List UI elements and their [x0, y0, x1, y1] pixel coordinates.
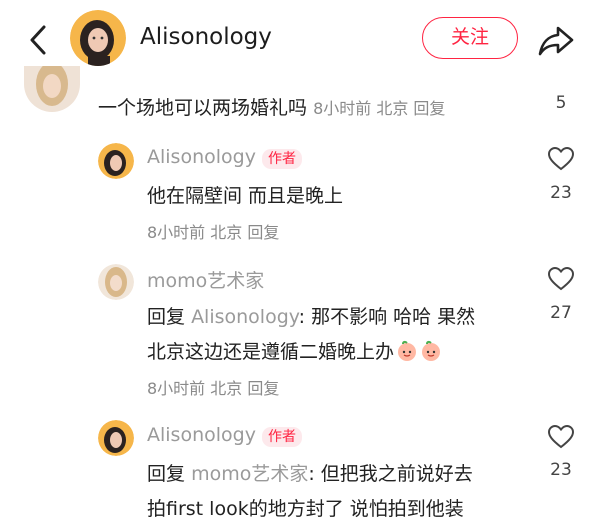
- reply-prefix: 回复: [147, 463, 186, 485]
- comment-text-line-1: 回复 momo艺术家: 但把我之前说好去: [147, 459, 473, 486]
- commenter-name[interactable]: Alisonology 作者: [147, 424, 302, 447]
- like-count: 23: [550, 183, 572, 203]
- share-icon[interactable]: [536, 20, 576, 60]
- author-badge: 作者: [262, 427, 302, 447]
- author-avatar[interactable]: [70, 10, 126, 66]
- comment-text: 一个场地可以两场婚礼吗: [98, 97, 308, 119]
- reply-prefix: 回复: [147, 306, 186, 328]
- comment-text: : 那不影响 哈哈 果然: [298, 306, 476, 328]
- reply-target[interactable]: momo艺术家: [191, 463, 308, 485]
- comment-meta[interactable]: 8小时前 北京 回复: [147, 375, 279, 399]
- username[interactable]: Alisonology: [147, 146, 256, 168]
- author-name[interactable]: Alisonology: [140, 24, 272, 50]
- peach-emoji-icon: [420, 340, 442, 362]
- comment-text: : 但把我之前说好去: [308, 463, 473, 485]
- username[interactable]: Alisonology: [147, 424, 256, 446]
- heart-icon[interactable]: [547, 146, 575, 172]
- comment-meta[interactable]: 8小时前 北京 回复: [313, 99, 445, 118]
- commenter-avatar[interactable]: [24, 66, 80, 112]
- like-count: 5: [555, 93, 567, 113]
- heart-icon[interactable]: [547, 266, 575, 292]
- comment-text: 他在隔壁间 而且是晚上: [147, 185, 344, 207]
- comment-text-line-2: 拍first look的地方封了 说怕拍到他装: [147, 498, 464, 520]
- commenter-name[interactable]: momo艺术家: [147, 266, 264, 293]
- commenter-name[interactable]: Alisonology 作者: [147, 146, 302, 169]
- comment-text: 北京这边还是遵循二婚晚上办: [147, 341, 395, 363]
- comment-text-line-2: 北京这边还是遵循二婚晚上办: [147, 337, 442, 364]
- peach-emoji-icon: [396, 340, 418, 362]
- author-badge: 作者: [262, 149, 302, 169]
- back-arrow-icon[interactable]: [22, 20, 58, 60]
- follow-button[interactable]: 关注: [422, 17, 518, 59]
- like-count: 27: [550, 303, 572, 323]
- commenter-avatar[interactable]: [98, 420, 134, 456]
- commenter-avatar[interactable]: [98, 143, 134, 179]
- comment-line: 一个场地可以两场婚礼吗 8小时前 北京 回复: [98, 93, 445, 120]
- heart-icon[interactable]: [547, 424, 575, 450]
- commenter-avatar[interactable]: [98, 264, 134, 300]
- like-count: 23: [550, 460, 572, 480]
- comment-meta[interactable]: 8小时前 北京 回复: [147, 219, 279, 243]
- reply-target[interactable]: Alisonology: [191, 306, 299, 328]
- comment-text-line-1: 回复 Alisonology: 那不影响 哈哈 果然: [147, 302, 475, 329]
